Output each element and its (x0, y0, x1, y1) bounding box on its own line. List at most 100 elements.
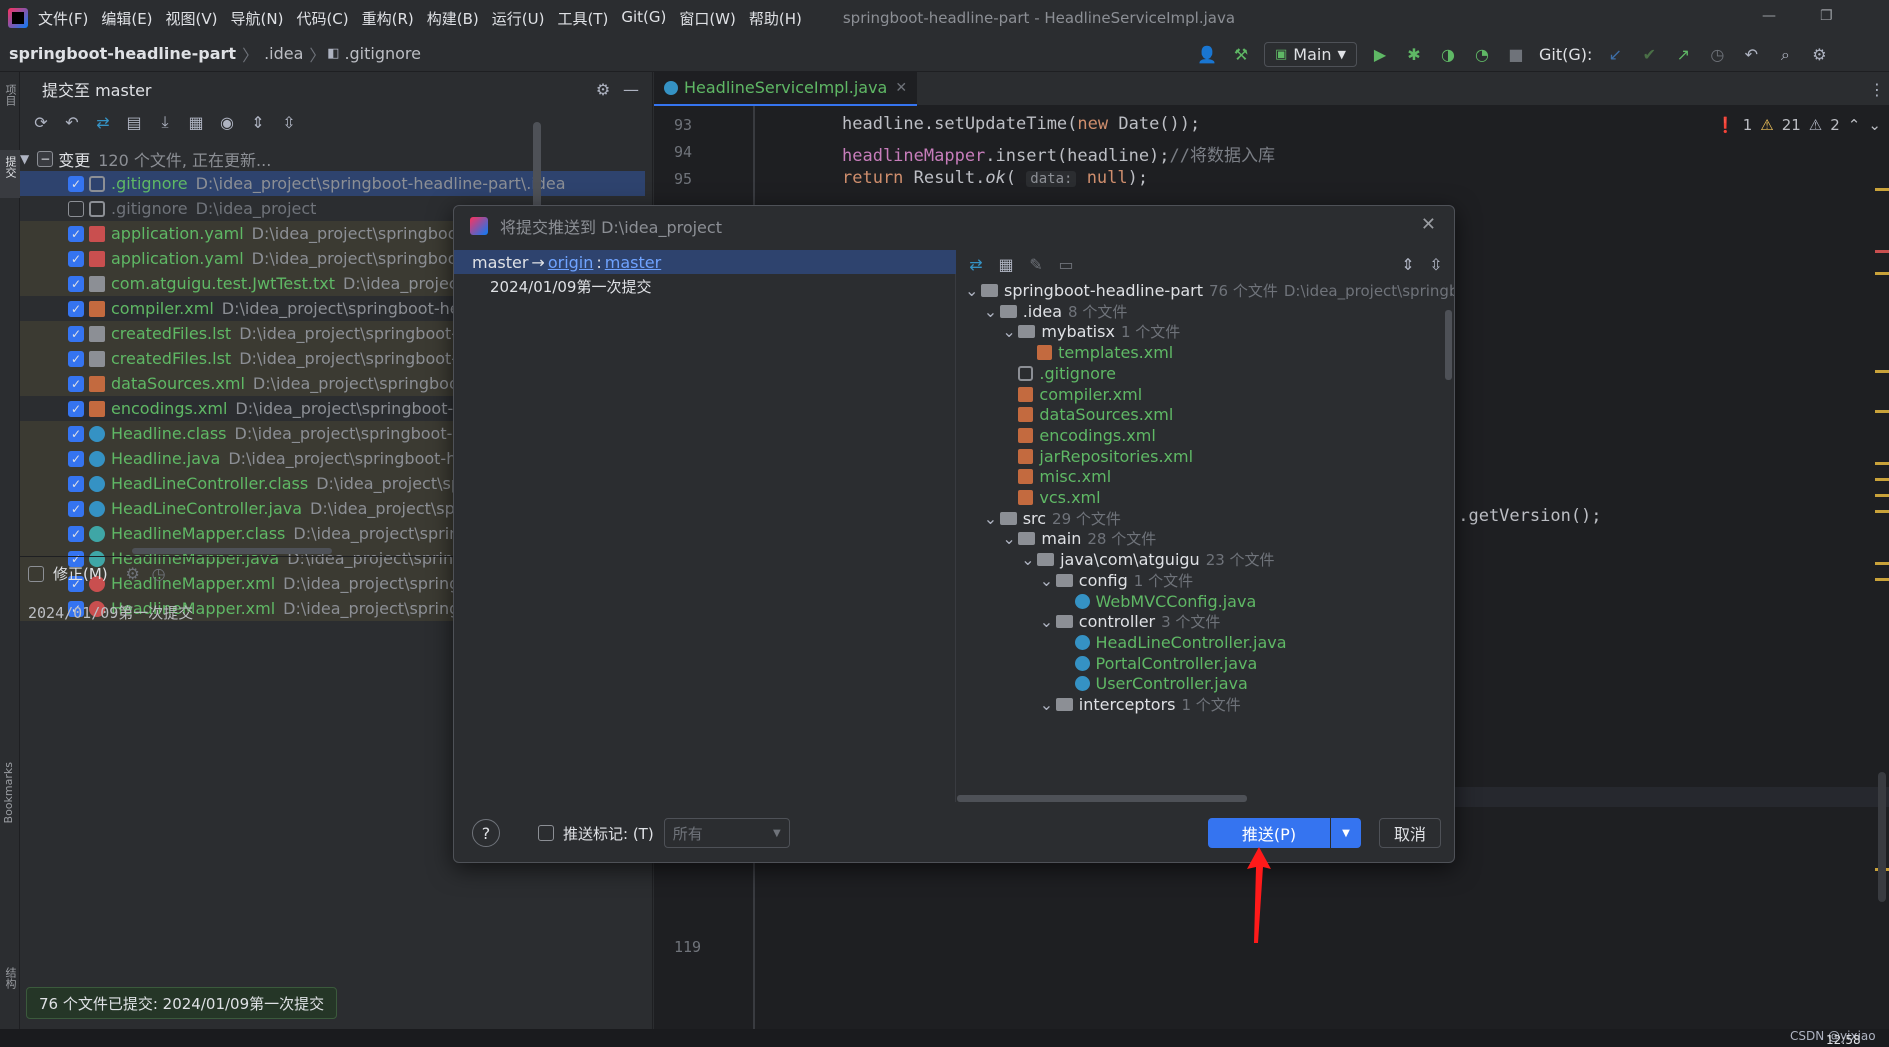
file-checkbox[interactable]: ✓ (68, 400, 84, 417)
expand-all-icon[interactable]: ⇕ (1397, 253, 1419, 275)
chevron-down-icon[interactable]: ⌄ (1040, 612, 1056, 631)
collapse-all-icon[interactable]: ⇳ (278, 111, 300, 133)
chevron-down-icon[interactable]: ⌄ (1040, 571, 1056, 590)
file-checkbox[interactable]: ✓ (68, 425, 84, 442)
shelve-icon[interactable]: ⤓ (154, 111, 176, 133)
menu-item[interactable]: 代码(C) (296, 8, 348, 29)
tree-node[interactable]: ⌄ interceptors 1 个文件 (1040, 692, 1241, 717)
preview-icon[interactable]: ▭ (1055, 253, 1077, 275)
changes-group-row[interactable]: ▼ − 变更 120 个文件, 正在更新... (20, 146, 645, 171)
file-checkbox[interactable]: ✓ (68, 375, 84, 392)
hide-panel-icon[interactable]: — (620, 78, 642, 100)
chevron-up-icon[interactable]: ⌃ (1848, 116, 1861, 134)
file-checkbox[interactable]: ✓ (68, 475, 84, 492)
commit-tool-button[interactable]: 提交 (2, 156, 18, 178)
refresh-icon[interactable]: ⟳ (30, 111, 52, 133)
commit-entry[interactable]: 2024/01/09第一次提交 (490, 276, 651, 297)
push-target-row[interactable]: master → origin : master (454, 250, 956, 274)
chevron-down-icon[interactable]: ⌄ (1002, 529, 1018, 548)
menu-item[interactable]: 文件(F) (38, 8, 88, 29)
menu-item[interactable]: 导航(N) (231, 8, 284, 29)
chevron-down-icon[interactable]: ⌄ (984, 509, 1000, 528)
bookmarks-tool-button[interactable]: Bookmarks (2, 762, 15, 823)
group-by-icon[interactable]: ▦ (185, 111, 207, 133)
commit-message-input[interactable]: 2024/01/09第一次提交 (28, 602, 193, 623)
help-button[interactable]: ? (472, 819, 500, 847)
file-checkbox[interactable]: ✓ (68, 500, 84, 517)
file-checkbox[interactable]: ✓ (68, 350, 84, 367)
rollback-icon[interactable]: ↶ (61, 111, 83, 133)
group-by-icon[interactable]: ▦ (995, 253, 1017, 275)
git-commit-icon[interactable]: ✔ (1638, 44, 1660, 66)
menu-item[interactable]: 帮助(H) (749, 8, 802, 29)
commit-notification[interactable]: 76 个文件已提交: 2024/01/09第一次提交 (26, 987, 338, 1019)
tree-horizontal-scrollbar[interactable] (957, 795, 1247, 802)
more-options-icon[interactable]: ⋮ (1866, 78, 1888, 100)
chevron-down-icon[interactable]: ⌄ (965, 281, 981, 300)
breadcrumb-folder[interactable]: .idea (264, 44, 303, 63)
menu-item[interactable]: 窗口(W) (679, 8, 736, 29)
chevron-down-icon[interactable]: ⌄ (1021, 550, 1037, 569)
run-icon[interactable]: ▶ (1369, 44, 1391, 66)
file-checkbox[interactable]: ✓ (68, 175, 84, 192)
structure-tool-button[interactable]: 结构 (2, 967, 18, 989)
history-icon[interactable]: ◷ (1706, 44, 1728, 66)
chevron-down-icon[interactable]: ⌄ (984, 302, 1000, 321)
chevron-down-icon[interactable]: ⌄ (1868, 116, 1881, 134)
profile-icon[interactable]: ◔ (1471, 44, 1493, 66)
view-options-eye-icon[interactable]: ◉ (216, 111, 238, 133)
rollback-icon[interactable]: ↶ (1740, 44, 1762, 66)
file-checkbox[interactable]: ✓ (68, 275, 84, 292)
tab-headlineserviceimpl[interactable]: HeadlineServiceImpl.java ✕ (654, 71, 918, 106)
settings-gear-icon[interactable]: ⚙ (592, 78, 614, 100)
project-tool-button[interactable]: 项目 (2, 84, 18, 106)
breadcrumb-file[interactable]: .gitignore (344, 44, 421, 63)
debug-icon[interactable]: ✱ (1403, 44, 1425, 66)
editor-scrollbar[interactable] (1878, 772, 1886, 902)
menu-item[interactable]: 工具(T) (557, 8, 608, 29)
user-icon[interactable]: 👤 (1196, 44, 1218, 66)
chevron-down-icon[interactable]: ⌄ (1040, 695, 1056, 714)
stop-icon[interactable]: ■ (1505, 44, 1527, 66)
close-icon[interactable]: ✕ (895, 80, 907, 96)
history-icon[interactable]: ◷ (148, 563, 170, 585)
file-checkbox[interactable] (68, 200, 84, 217)
diff-icon[interactable]: ⇄ (965, 253, 987, 275)
diff-icon[interactable]: ⇄ (92, 111, 114, 133)
file-checkbox[interactable]: ✓ (68, 325, 84, 342)
horizontal-scrollbar[interactable] (132, 548, 332, 554)
push-button[interactable]: 推送(P) (1208, 818, 1330, 848)
menu-item[interactable]: Git(G) (621, 8, 666, 29)
breadcrumb-project[interactable]: springboot-headline-part (9, 44, 236, 63)
menu-item[interactable]: 视图(V) (166, 8, 218, 29)
build-hammer-icon[interactable]: ⚒ (1230, 44, 1252, 66)
close-icon[interactable]: ✕ (1421, 214, 1436, 235)
run-config-selector[interactable]: ▣ Main ▼ (1264, 42, 1357, 67)
push-tags-checkbox[interactable] (538, 825, 554, 841)
tree-vertical-scrollbar[interactable] (1445, 310, 1452, 380)
restore-icon[interactable]: ❐ (1820, 8, 1833, 24)
collapse-all-icon[interactable]: ⇳ (1425, 253, 1447, 275)
changelist-icon[interactable]: ▤ (123, 111, 145, 133)
menu-item[interactable]: 构建(B) (427, 8, 479, 29)
coverage-icon[interactable]: ◑ (1437, 44, 1459, 66)
git-push-icon[interactable]: ↗ (1672, 44, 1694, 66)
minimize-icon[interactable]: — (1762, 8, 1776, 24)
git-update-icon[interactable]: ↙ (1604, 44, 1626, 66)
target-branch-link[interactable]: master (605, 253, 661, 272)
push-tags-select[interactable]: 所有 ▼ (663, 818, 790, 848)
chevron-down-icon[interactable]: ⌄ (1002, 322, 1018, 341)
file-checkbox[interactable]: ✓ (68, 450, 84, 467)
search-icon[interactable]: ⌕ (1774, 44, 1796, 66)
file-checkbox[interactable]: ✓ (68, 300, 84, 317)
problems-widget[interactable]: ❗ 1 ⚠ 21 ⚠ 2 ⌃ ⌄ (1716, 116, 1881, 134)
file-checkbox[interactable]: ✓ (68, 225, 84, 242)
amend-checkbox[interactable] (28, 565, 44, 582)
push-options-dropdown[interactable]: ▼ (1331, 818, 1361, 848)
edit-icon[interactable]: ✎ (1025, 253, 1047, 275)
expand-all-icon[interactable]: ⇕ (247, 111, 269, 133)
menu-item[interactable]: 运行(U) (492, 8, 545, 29)
changed-file-row[interactable]: ✓ .gitignore D:\idea_project\springboot-he… (20, 171, 645, 196)
cancel-button[interactable]: 取消 (1379, 818, 1441, 848)
settings-gear-icon[interactable]: ⚙ (122, 563, 144, 585)
